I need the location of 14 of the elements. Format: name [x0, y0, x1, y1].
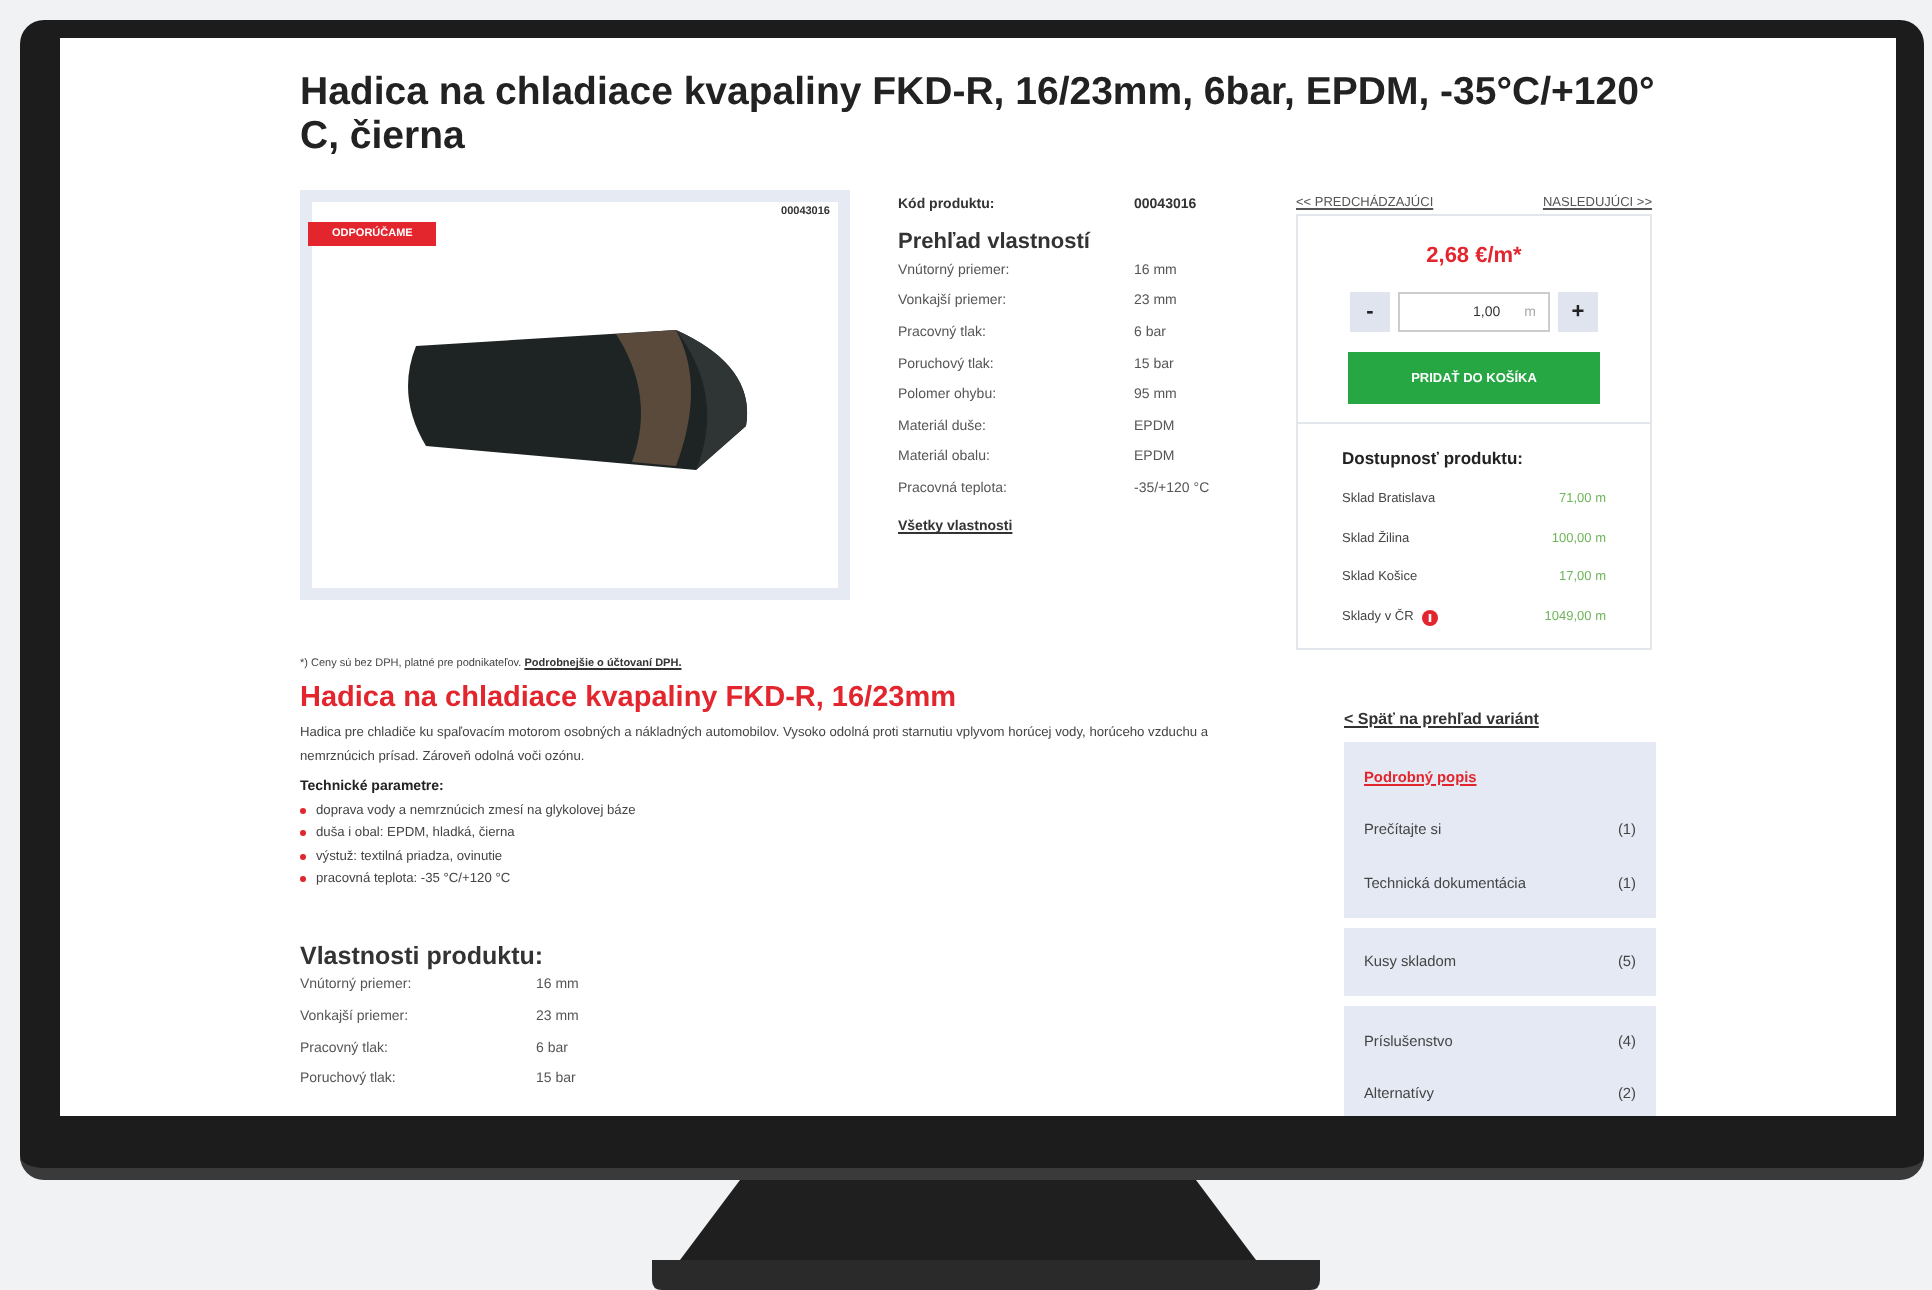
increase-button[interactable]: + — [1558, 292, 1598, 332]
product-title: Hadica na chladiace kvapaliny FKD-R, 16/23mm, 6bar, EPDM, -35°C/+120° C, čierna — [300, 70, 1657, 158]
bullet-icon — [300, 853, 306, 860]
decrease-button[interactable]: - — [1350, 292, 1390, 332]
bullet-icon — [300, 808, 306, 815]
info-icon[interactable] — [1421, 609, 1438, 626]
bullet-icon — [300, 876, 306, 883]
price: 2,68 €/m* — [1424, 244, 1524, 268]
description-heading: Hadica na chladiace kvapaliny FKD-R, 16/23mm — [300, 682, 958, 714]
properties-heading: Vlastnosti produktu: — [300, 942, 546, 971]
overview-heading: Prehľad vlastností — [898, 229, 1093, 254]
bullet-icon — [300, 830, 306, 837]
availability-heading: Dostupnosť produktu: — [1342, 448, 1525, 468]
back-to-variants-link[interactable]: < Späť na prehľad variánt — [1344, 710, 1656, 728]
